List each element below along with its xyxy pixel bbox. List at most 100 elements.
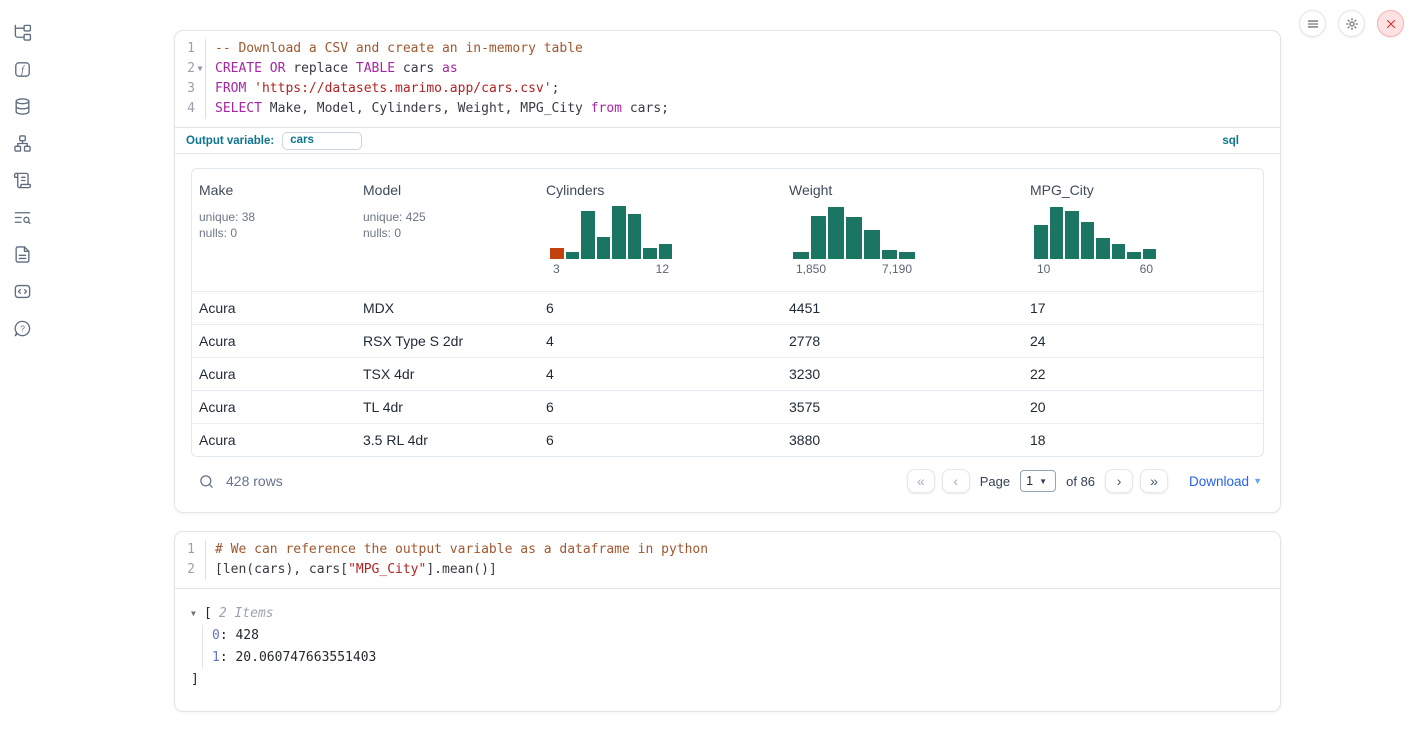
histogram-bars xyxy=(793,204,915,259)
column-header-mpg_city[interactable]: MPG_City1060 xyxy=(1023,182,1263,291)
sql-code-editor[interactable]: 1-- Download a CSV and create an in-memo… xyxy=(175,31,1280,127)
tree-open-bracket: [ xyxy=(204,603,212,625)
histogram-bar[interactable] xyxy=(1081,222,1095,259)
fold-chevron-icon xyxy=(195,99,205,119)
fold-chevron-icon[interactable]: ▼ xyxy=(195,59,205,79)
tree-entry: 1: 20.060747663551403 xyxy=(212,647,1280,669)
histogram-bar[interactable] xyxy=(811,216,827,259)
column-name: MPG_City xyxy=(1030,182,1263,199)
document-icon[interactable] xyxy=(12,244,32,264)
output-variable-row: Output variable: cars sql xyxy=(175,128,1280,153)
histogram-bar[interactable] xyxy=(828,207,844,259)
histogram-bar[interactable] xyxy=(659,244,673,259)
histogram-bar[interactable] xyxy=(1050,207,1064,259)
tree-entry-index: 1 xyxy=(212,650,220,665)
code-line[interactable]: 4SELECT Make, Model, Cylinders, Weight, … xyxy=(175,99,1280,119)
table-cell: 20 xyxy=(1023,399,1263,415)
histogram-bars xyxy=(1034,204,1156,259)
code-line[interactable]: 1-- Download a CSV and create an in-memo… xyxy=(175,39,1280,59)
function-icon[interactable]: f xyxy=(12,59,32,79)
column-header-make[interactable]: Makeunique: 38nulls: 0 xyxy=(192,182,356,291)
sql-cell-output: Makeunique: 38nulls: 0Modelunique: 425nu… xyxy=(175,154,1280,496)
table-cell: Acura xyxy=(192,399,356,415)
tree-children: 0: 4281: 20.060747663551403 xyxy=(202,625,1280,669)
code-text: CREATE OR replace TABLE cars as xyxy=(205,59,1280,79)
chevron-down-icon: ▼ xyxy=(1039,477,1047,486)
code-line[interactable]: 2▼CREATE OR replace TABLE cars as xyxy=(175,59,1280,79)
table-cell: Acura xyxy=(192,333,356,349)
output-variable-input[interactable]: cars xyxy=(282,132,362,150)
histogram-bar[interactable] xyxy=(1034,225,1048,259)
table-cell: 2778 xyxy=(782,333,1023,349)
download-label: Download xyxy=(1189,474,1249,489)
search-icon[interactable] xyxy=(198,473,215,490)
shutdown-button[interactable] xyxy=(1377,10,1404,37)
histogram-bar[interactable] xyxy=(1143,249,1157,259)
code-text: [len(cars), cars["MPG_City"].mean()] xyxy=(205,560,1280,580)
database-icon[interactable] xyxy=(12,96,32,116)
histogram-bar[interactable] xyxy=(846,217,862,259)
histogram-bar[interactable] xyxy=(1065,211,1079,259)
pagination: « ‹ Page 1 ▼ of 86 › » Download ▼ xyxy=(907,469,1262,493)
histogram-bar[interactable] xyxy=(899,252,915,259)
table-row: AcuraTL 4dr6357520 xyxy=(192,390,1263,423)
scratchpad-icon[interactable] xyxy=(12,170,32,190)
table-cell: 22 xyxy=(1023,366,1263,382)
column-header-weight[interactable]: Weight1,8507,190 xyxy=(782,182,1023,291)
code-line[interactable]: 1# We can reference the output variable … xyxy=(175,540,1280,560)
histogram-bar[interactable] xyxy=(597,237,611,259)
file-tree-icon[interactable] xyxy=(12,22,32,42)
column-header-model[interactable]: Modelunique: 425nulls: 0 xyxy=(356,182,539,291)
python-code-editor[interactable]: 1# We can reference the output variable … xyxy=(175,532,1280,588)
download-button[interactable]: Download ▼ xyxy=(1189,474,1262,489)
table-cell: MDX xyxy=(356,300,539,316)
tree-collapse-icon[interactable]: ▼ xyxy=(191,603,204,625)
chevron-down-icon: ▼ xyxy=(1253,476,1262,486)
histogram-bar[interactable] xyxy=(1096,238,1110,259)
row-count: 428 rows xyxy=(226,473,283,489)
code-line[interactable]: 2[len(cars), cars["MPG_City"].mean()] xyxy=(175,560,1280,580)
dependency-graph-icon[interactable] xyxy=(12,133,32,153)
first-page-button[interactable]: « xyxy=(907,469,935,493)
settings-button[interactable] xyxy=(1338,10,1365,37)
histogram-axis-labels: 1,8507,190 xyxy=(793,262,915,276)
python-cell-output: ▼ [ 2 Items 0: 4281: 20.060747663551403 … xyxy=(175,589,1280,691)
table-cell: 6 xyxy=(539,432,782,448)
histogram-bar[interactable] xyxy=(628,214,642,259)
close-icon xyxy=(1384,17,1398,31)
menu-button[interactable] xyxy=(1299,10,1326,37)
table-cell: RSX Type S 2dr xyxy=(356,333,539,349)
histogram-bar[interactable] xyxy=(581,211,595,259)
histogram-bar[interactable] xyxy=(550,248,564,259)
table-body: AcuraMDX6445117AcuraRSX Type S 2dr427782… xyxy=(192,291,1263,456)
column-stats: unique: 425nulls: 0 xyxy=(363,209,539,241)
histogram-bar[interactable] xyxy=(566,252,580,259)
histogram-bar[interactable] xyxy=(612,206,626,259)
histogram-bar[interactable] xyxy=(793,252,809,259)
log-search-icon[interactable] xyxy=(12,207,32,227)
histogram-bar[interactable] xyxy=(643,248,657,259)
histogram-bar[interactable] xyxy=(1127,252,1141,259)
last-page-button[interactable]: » xyxy=(1140,469,1168,493)
help-icon[interactable]: ? xyxy=(12,318,32,338)
page-label: Page xyxy=(980,474,1010,489)
next-page-button[interactable]: › xyxy=(1105,469,1133,493)
column-header-cylinders[interactable]: Cylinders312 xyxy=(539,182,782,291)
tree-entry: 0: 428 xyxy=(212,625,1280,647)
output-variable-label: Output variable: xyxy=(186,135,274,147)
histogram-bar[interactable] xyxy=(1112,244,1126,259)
column-name: Make xyxy=(199,182,356,199)
code-line[interactable]: 3FROM 'https://datasets.marimo.app/cars.… xyxy=(175,79,1280,99)
histogram-bar[interactable] xyxy=(864,230,880,259)
snippets-icon[interactable] xyxy=(12,281,32,301)
prev-page-button[interactable]: ‹ xyxy=(942,469,970,493)
top-controls xyxy=(1299,10,1404,37)
page-select[interactable]: 1 ▼ xyxy=(1020,470,1056,492)
sql-cell: 1-- Download a CSV and create an in-memo… xyxy=(174,30,1281,513)
sidebar: f ? xyxy=(0,0,44,729)
table-cell: 6 xyxy=(539,300,782,316)
histogram-axis-labels: 312 xyxy=(550,262,672,276)
table-cell: 3.5 RL 4dr xyxy=(356,432,539,448)
histogram-bar[interactable] xyxy=(882,250,898,259)
table-cell: 6 xyxy=(539,399,782,415)
